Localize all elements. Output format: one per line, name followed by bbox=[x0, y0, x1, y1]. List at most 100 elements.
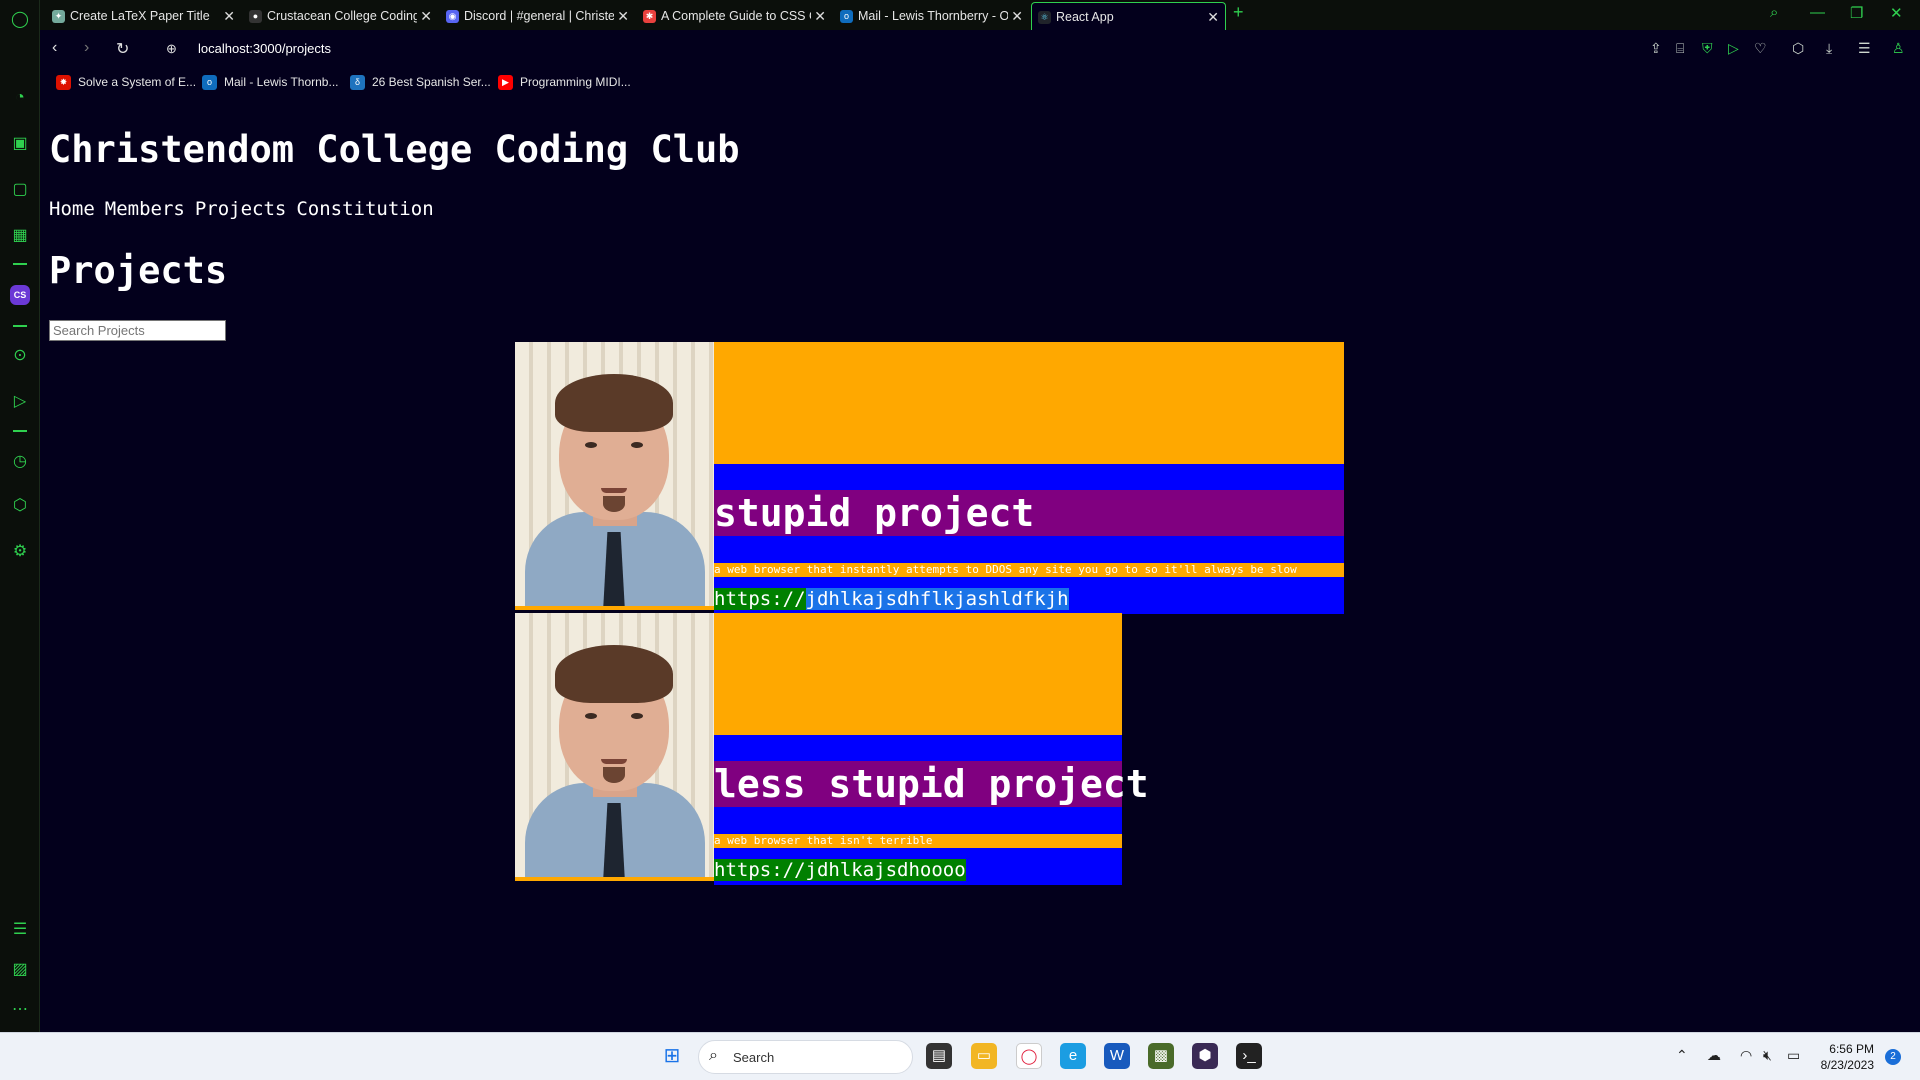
tab-title: Mail - Lewis Thornberry - O bbox=[858, 9, 1008, 23]
nav-home[interactable]: Home bbox=[49, 198, 95, 220]
speed-dial-icon[interactable]: ◔ bbox=[10, 88, 30, 108]
project-description: a web browser that instantly attempts to… bbox=[714, 563, 1344, 577]
share-icon[interactable]: ⇪ bbox=[1650, 40, 1662, 57]
onedrive-icon[interactable]: ☁ bbox=[1707, 1047, 1721, 1064]
bookmark-item[interactable]: ✸ Solve a System of E... bbox=[56, 75, 197, 90]
gallery-icon[interactable]: ▨ bbox=[10, 960, 30, 980]
project-body: stupid project a web browser that instan… bbox=[714, 342, 1344, 614]
close-window-icon[interactable]: ✕ bbox=[1890, 4, 1903, 22]
site-info-icon[interactable]: ⊕ bbox=[166, 41, 177, 57]
tab-title: React App bbox=[1056, 10, 1114, 24]
clock-date: 8/23/2023 bbox=[1820, 1058, 1874, 1072]
wolfram-icon: ✸ bbox=[56, 75, 71, 90]
forward-icon[interactable]: › bbox=[84, 39, 89, 57]
close-icon[interactable]: ✕ bbox=[1207, 3, 1219, 30]
history-icon[interactable]: ◷ bbox=[10, 452, 30, 472]
extensions-icon[interactable]: ⬡ bbox=[1792, 40, 1804, 57]
shield-icon[interactable]: ⛨ bbox=[1702, 40, 1713, 57]
member-photo bbox=[515, 342, 714, 610]
chevron-up-icon[interactable]: ⌃ bbox=[1676, 1047, 1688, 1064]
tab-title: Discord | #general | Christe bbox=[464, 9, 614, 23]
opera-gx-icon[interactable]: ◯ bbox=[1016, 1043, 1042, 1069]
project-body: less stupid project a web browser that i… bbox=[714, 613, 1149, 885]
close-icon[interactable]: ✕ bbox=[223, 2, 235, 30]
close-icon[interactable]: ✕ bbox=[420, 2, 432, 30]
bookmark-label: Mail - Lewis Thornb... bbox=[224, 75, 339, 89]
terminal-icon[interactable]: ›_ bbox=[1236, 1043, 1262, 1069]
bookmark-item[interactable]: ▶ Programming MIDI... bbox=[498, 75, 631, 90]
opera-logo-icon[interactable]: ◯ bbox=[10, 10, 30, 30]
nav-projects[interactable]: Projects bbox=[195, 198, 287, 220]
reload-icon[interactable]: ↻ bbox=[116, 39, 129, 59]
sidebar-divider bbox=[13, 430, 27, 432]
windows-start-icon[interactable]: ⊞ bbox=[659, 1043, 685, 1069]
project-link[interactable]: https://jdhlkajsdhoooo bbox=[714, 859, 966, 881]
task-view-icon[interactable]: ▤ bbox=[926, 1043, 952, 1069]
tab-title: A Complete Guide to CSS G bbox=[661, 9, 811, 23]
snapshot-icon[interactable]: ⌸ bbox=[1676, 40, 1684, 57]
minecraft-icon[interactable]: ▩ bbox=[1148, 1043, 1174, 1069]
url-field[interactable]: localhost:3000/projects bbox=[198, 41, 331, 56]
gx-control-icon[interactable]: ▦ bbox=[10, 226, 30, 246]
tab[interactable]: o Mail - Lewis Thornberry - O ✕ bbox=[834, 2, 1029, 30]
send-icon[interactable]: ▷ bbox=[10, 392, 30, 412]
twitch-icon[interactable]: ▢ bbox=[10, 180, 30, 200]
tab[interactable]: ✱ A Complete Guide to CSS G ✕ bbox=[637, 2, 832, 30]
bookmark-site-icon: δ bbox=[350, 75, 365, 90]
site-title: Christendom College Coding Club bbox=[49, 128, 740, 171]
player-icon[interactable]: ⊙ bbox=[10, 346, 30, 366]
bookmark-label: 26 Best Spanish Ser... bbox=[372, 75, 491, 89]
download-icon[interactable]: ⤓ bbox=[1826, 40, 1832, 57]
nav-constitution[interactable]: Constitution bbox=[296, 198, 433, 220]
search-projects-input[interactable] bbox=[49, 320, 226, 341]
bookmark-item[interactable]: δ 26 Best Spanish Ser... bbox=[350, 75, 491, 90]
bookmark-heart-icon[interactable]: ♡ bbox=[1754, 40, 1767, 57]
bookmark-label: Solve a System of E... bbox=[78, 75, 197, 89]
browser-sidebar: ◯ ◔ ▣ ▢ ▦ CS ⊙ ▷ ◷ ⬡ ⚙ ☰ ▨ ⋯ bbox=[0, 0, 40, 1032]
back-icon[interactable]: ‹ bbox=[52, 39, 57, 57]
sidebar-panel-icon[interactable]: ☰ bbox=[10, 920, 30, 940]
bookmark-item[interactable]: o Mail - Lewis Thornb... bbox=[202, 75, 339, 90]
tab[interactable]: ✦ Create LaTeX Paper Title ✕ bbox=[46, 2, 241, 30]
word-icon[interactable]: W bbox=[1104, 1043, 1130, 1069]
taskbar: ⊞ ⌕ Search ▤ ▭ ◯ e W ▩ ⬢ ›_ ⌃ ☁ ◠ 🔇︎ ▭ 6… bbox=[0, 1032, 1920, 1080]
nox-icon[interactable]: ⬢ bbox=[1192, 1043, 1218, 1069]
shopping-bag-icon[interactable]: ▣ bbox=[10, 134, 30, 154]
tab[interactable]: ◉ Discord | #general | Christe ✕ bbox=[440, 2, 635, 30]
search-tabs-icon[interactable]: ⌕ bbox=[1770, 4, 1778, 21]
volume-muted-icon[interactable]: 🔇︎ bbox=[1763, 1047, 1772, 1064]
web-page: Christendom College Coding Club Home Memb… bbox=[41, 100, 1920, 1032]
restore-icon[interactable]: ❐ bbox=[1850, 4, 1863, 22]
new-tab-icon[interactable]: + bbox=[1233, 2, 1244, 23]
project-name: less stupid project bbox=[714, 761, 1149, 807]
tab[interactable]: ● Crustacean College Coding ✕ bbox=[243, 2, 438, 30]
extensions-cube-icon[interactable]: ⬡ bbox=[10, 496, 30, 516]
chatgpt-icon: ✦ bbox=[52, 10, 65, 23]
minimize-icon[interactable]: — bbox=[1810, 4, 1825, 21]
edge-icon[interactable]: e bbox=[1060, 1043, 1086, 1069]
tab-active[interactable]: ⚛ React App ✕ bbox=[1031, 2, 1226, 30]
flow-send-icon[interactable]: ▷ bbox=[1728, 40, 1739, 57]
taskbar-search-label: Search bbox=[733, 1050, 775, 1065]
cs-app-icon[interactable]: CS bbox=[10, 285, 30, 305]
nav-members[interactable]: Members bbox=[105, 198, 185, 220]
settings-gear-icon[interactable]: ⚙ bbox=[10, 542, 30, 562]
wifi-icon[interactable]: ◠ bbox=[1740, 1047, 1752, 1064]
github-icon: ● bbox=[249, 10, 262, 23]
close-icon[interactable]: ✕ bbox=[1011, 2, 1023, 30]
clock-time: 6:56 PM bbox=[1829, 1042, 1874, 1056]
close-icon[interactable]: ✕ bbox=[617, 2, 629, 30]
notification-badge[interactable]: 2 bbox=[1885, 1049, 1901, 1065]
more-icon[interactable]: ⋯ bbox=[10, 1000, 30, 1020]
member-photo bbox=[515, 613, 714, 881]
taskbar-search[interactable]: ⌕ Search bbox=[698, 1040, 913, 1074]
close-icon[interactable]: ✕ bbox=[814, 2, 826, 30]
file-explorer-icon[interactable]: ▭ bbox=[971, 1043, 997, 1069]
project-link[interactable]: https://jdhlkajsdhflkjashldfkjh bbox=[714, 588, 1069, 610]
battery-icon[interactable]: ▭ bbox=[1787, 1047, 1800, 1064]
profile-icon[interactable]: ♙ bbox=[1892, 40, 1905, 57]
easy-setup-icon[interactable]: ☰ bbox=[1858, 40, 1871, 57]
outlook-icon: o bbox=[202, 75, 217, 90]
taskbar-clock[interactable]: 6:56 PM 8/23/2023 bbox=[1814, 1041, 1874, 1073]
address-bar: ‹ › ↻ ⊕ localhost:3000/projects ⇪ ⌸ ⛨ ▷ … bbox=[40, 30, 1920, 68]
